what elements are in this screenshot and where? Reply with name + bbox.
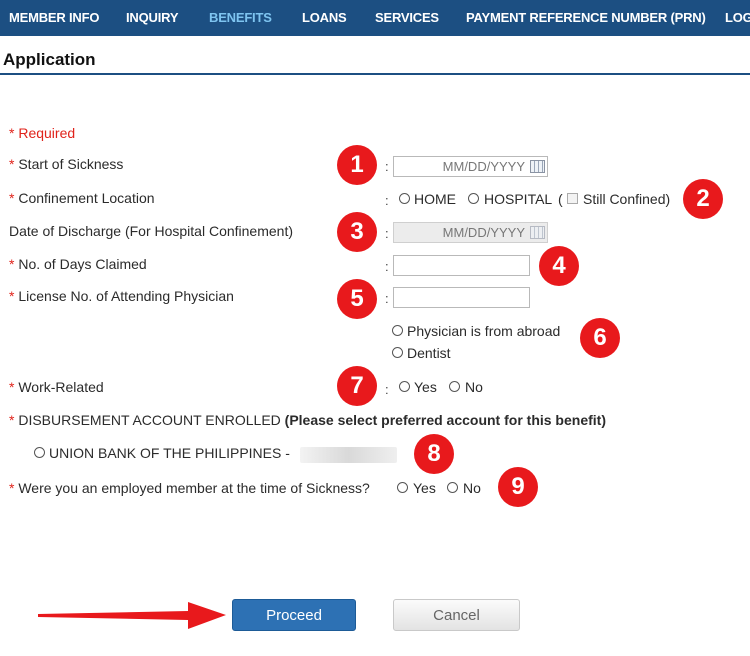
colon: : (385, 193, 389, 208)
dentist-radio[interactable] (392, 347, 403, 358)
colon: : (385, 259, 389, 274)
required-asterisk: * (9, 156, 15, 172)
discharge-date-input (393, 222, 548, 243)
annotation-badge-8: 8 (414, 434, 454, 474)
colon: : (385, 291, 389, 306)
employed-no-radio[interactable] (447, 482, 458, 493)
disbursement-label: * DISBURSEMENT ACCOUNT ENROLLED (Please … (9, 412, 606, 428)
required-note: * Required (9, 125, 76, 141)
dentist-label: Dentist (407, 345, 451, 361)
nav-logout[interactable]: LOG (725, 0, 750, 36)
red-arrow-icon (38, 602, 226, 629)
employed-member-label: * Were you an employed member at the tim… (9, 480, 370, 496)
paren-open: ( (558, 191, 563, 207)
nav-services[interactable]: SERVICES (375, 0, 439, 36)
colon: : (385, 226, 389, 241)
work-related-yes-label: Yes (414, 379, 437, 395)
physician-license-input[interactable] (393, 287, 530, 308)
home-radio[interactable] (399, 193, 410, 204)
work-related-no-label: No (465, 379, 483, 395)
annotation-badge-3: 3 (337, 212, 377, 252)
hospital-option-label: HOSPITAL (484, 191, 553, 207)
nav-prn[interactable]: PAYMENT REFERENCE NUMBER (PRN) (466, 0, 706, 36)
physician-abroad-label: Physician is from abroad (407, 323, 561, 339)
union-bank-radio[interactable] (34, 447, 45, 458)
days-claimed-input[interactable] (393, 255, 530, 276)
cancel-button[interactable]: Cancel (393, 599, 520, 631)
employed-yes-radio[interactable] (397, 482, 408, 493)
still-confined-checkbox[interactable] (567, 193, 578, 204)
top-nav: MEMBER INFO INQUIRY BENEFITS LOANS SERVI… (0, 0, 750, 36)
page-title: Application (3, 50, 96, 69)
colon: : (385, 382, 389, 397)
employed-yes-label: Yes (413, 480, 436, 496)
annotation-badge-1: 1 (337, 145, 377, 185)
union-bank-label: UNION BANK OF THE PHILIPPINES - (49, 445, 290, 461)
annotation-badge-5: 5 (337, 279, 377, 319)
work-related-label: * Work-Related (9, 379, 104, 395)
work-related-yes-radio[interactable] (399, 381, 410, 392)
hospital-radio[interactable] (468, 193, 479, 204)
colon: : (385, 159, 389, 174)
disbursement-note: (Please select preferred account for thi… (284, 412, 606, 428)
confinement-location-label: * Confinement Location (9, 190, 155, 206)
days-claimed-label: * No. of Days Claimed (9, 256, 147, 272)
nav-loans[interactable]: LOANS (302, 0, 347, 36)
annotation-badge-9: 9 (498, 467, 538, 507)
employed-no-label: No (463, 480, 481, 496)
nav-member-info[interactable]: MEMBER INFO (9, 0, 99, 36)
work-related-no-radio[interactable] (449, 381, 460, 392)
nav-benefits[interactable]: BENEFITS (209, 0, 272, 36)
physician-license-label: * License No. of Attending Physician (9, 288, 234, 304)
still-confined-label: Still Confined) (583, 191, 671, 207)
discharge-date-label: Date of Discharge (For Hospital Confinem… (9, 223, 294, 239)
annotation-badge-4: 4 (539, 246, 579, 286)
start-of-sickness-label: * Start of Sickness (9, 156, 124, 172)
physician-abroad-radio[interactable] (392, 325, 403, 336)
start-of-sickness-input[interactable] (393, 156, 548, 177)
masked-account-number (300, 447, 397, 463)
annotation-badge-7: 7 (337, 366, 377, 406)
proceed-button[interactable]: Proceed (232, 599, 356, 631)
nav-inquiry[interactable]: INQUIRY (126, 0, 178, 36)
annotation-badge-6: 6 (580, 318, 620, 358)
title-divider (0, 73, 750, 75)
annotation-badge-2: 2 (683, 179, 723, 219)
calendar-icon (530, 226, 545, 239)
calendar-icon[interactable] (530, 160, 545, 173)
home-option-label: HOME (414, 191, 456, 207)
